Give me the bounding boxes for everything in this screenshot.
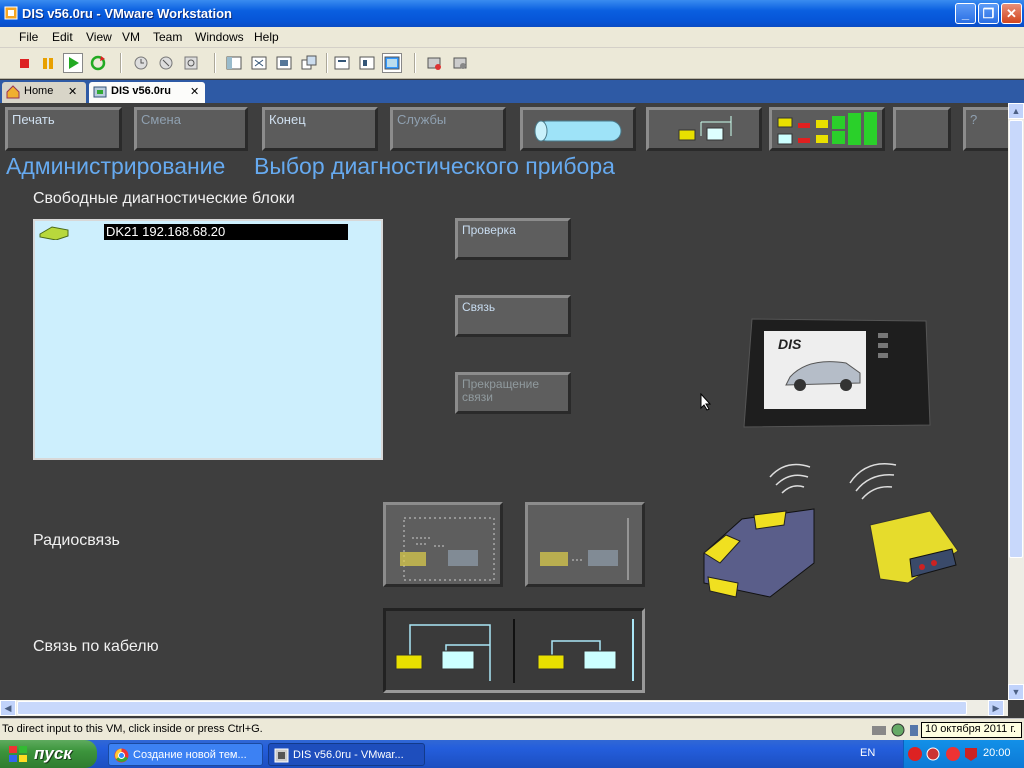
tray-icons[interactable]: [907, 746, 979, 762]
home-icon: [6, 85, 20, 99]
console-view-icon[interactable]: [382, 53, 402, 73]
scroll-left-icon[interactable]: ◀: [0, 700, 16, 716]
power-on-icon[interactable]: [63, 53, 83, 73]
print-button[interactable]: Печать: [5, 107, 122, 151]
taskbar-item-label: DIS v56.0ru - VMwar...: [293, 749, 404, 761]
removable-devices-icon[interactable]: [424, 53, 444, 73]
summary-view-icon[interactable]: [332, 53, 352, 73]
device-connection-icon: [678, 116, 732, 141]
vm-console[interactable]: Печать Смена Конец Службы ? Администриро…: [0, 103, 1008, 700]
unity-icon[interactable]: [299, 53, 319, 73]
signal-strength-icon: [777, 109, 877, 145]
connect-button[interactable]: Связь: [455, 295, 571, 337]
suspend-icon[interactable]: [38, 53, 58, 73]
minimize-button[interactable]: _: [955, 3, 976, 24]
help-button[interactable]: ?: [963, 107, 1008, 151]
tab-dis-label: DIS v56.0ru: [111, 85, 171, 97]
radio-mode-button-2[interactable]: [525, 502, 645, 587]
menu-team[interactable]: Team: [153, 30, 182, 44]
taskbar-item-vmware[interactable]: DIS v56.0ru - VMwar...: [268, 743, 425, 766]
close-tab-icon[interactable]: ✕: [68, 85, 77, 98]
device-list[interactable]: DK21 192.168.68.20: [33, 219, 383, 460]
title-bar[interactable]: DIS v56.0ru - VMware Workstation _ ❐ ✕: [0, 0, 1024, 27]
taskbar-item-chrome[interactable]: Создание новой тем...: [108, 743, 263, 766]
menu-file[interactable]: File: [19, 30, 38, 44]
horizontal-scroll-thumb[interactable]: [17, 701, 967, 715]
wireless-adapters-image: [703, 463, 959, 598]
toolbar: [0, 48, 1024, 79]
tab-home[interactable]: Home ✕: [2, 82, 86, 103]
date-tooltip: 10 октября 2011 г.: [921, 722, 1022, 738]
disconnect-button[interactable]: Прекращение связи: [455, 372, 571, 414]
reset-icon[interactable]: [88, 53, 108, 73]
admin-title[interactable]: Администрирование: [6, 153, 225, 180]
revert-snapshot-icon[interactable]: [156, 53, 176, 73]
vertical-scroll-thumb[interactable]: [1009, 120, 1023, 558]
tab-bar: Home ✕ DIS v56.0ru ✕: [0, 80, 1024, 103]
tab-home-label: Home: [24, 85, 54, 97]
windows-logo-icon: [9, 746, 27, 762]
cable-icon: [534, 120, 622, 142]
maximize-button[interactable]: ❐: [978, 3, 999, 24]
menu-bar: File Edit View VM Team Windows Help: [0, 27, 1024, 48]
change-button[interactable]: Смена: [134, 107, 248, 151]
tab-dis[interactable]: DIS v56.0ru ✕: [89, 82, 205, 103]
power-off-icon[interactable]: [14, 53, 34, 73]
vm-settings-icon[interactable]: [450, 53, 470, 73]
radio-label: Радиосвязь: [33, 532, 120, 549]
full-screen-icon[interactable]: [249, 53, 269, 73]
menu-windows[interactable]: Windows: [195, 30, 244, 44]
cable-label: Связь по кабелю: [33, 638, 159, 655]
vertical-scrollbar[interactable]: ▲ ▼: [1008, 103, 1024, 700]
dk-device-icon: [39, 226, 69, 240]
system-tray: 20:00: [903, 740, 1024, 768]
start-label: пуск: [34, 744, 72, 763]
free-blocks-label: Свободные диагностические блоки: [33, 190, 295, 207]
chrome-icon: [114, 748, 129, 763]
blank-button[interactable]: [893, 107, 951, 151]
radio-direct-icon: [540, 518, 629, 580]
status-bar: To direct input to this VM, click inside…: [0, 718, 1024, 740]
dis-tablet-image: DIS: [743, 318, 931, 428]
horizontal-scrollbar[interactable]: ◀ ▶: [0, 700, 1008, 716]
select-device-title: Выбор диагностического прибора: [254, 153, 615, 179]
cable-mode-panel[interactable]: [383, 608, 645, 693]
scroll-up-icon[interactable]: ▲: [1008, 103, 1024, 119]
vmware-app-icon: [4, 6, 18, 20]
vm-tab-icon: [93, 86, 107, 98]
snapshot-manager-icon[interactable]: [181, 53, 201, 73]
start-button[interactable]: пуск: [0, 740, 97, 768]
radio-network-icon: [400, 517, 495, 581]
menu-view[interactable]: View: [86, 30, 112, 44]
snapshot-icon[interactable]: [131, 53, 151, 73]
mouse-cursor-icon: [700, 393, 712, 411]
status-text: To direct input to this VM, click inside…: [2, 723, 263, 735]
close-button[interactable]: ✕: [1001, 3, 1022, 24]
clock: 20:00: [983, 747, 1011, 759]
appliance-view-icon[interactable]: [357, 53, 377, 73]
device-status-icons[interactable]: [870, 722, 920, 738]
close-tab-icon[interactable]: ✕: [190, 85, 199, 98]
menu-help[interactable]: Help: [254, 30, 279, 44]
menu-edit[interactable]: Edit: [52, 30, 73, 44]
dis-logo-text: DIS: [778, 336, 802, 352]
cable-connection-icon: [395, 619, 634, 683]
quick-switch-icon[interactable]: [274, 53, 294, 73]
taskbar-item-label: Создание новой тем...: [133, 749, 247, 761]
vmware-icon: [274, 748, 289, 763]
language-indicator[interactable]: EN: [860, 747, 875, 759]
scroll-down-icon[interactable]: ▼: [1008, 684, 1024, 700]
services-button[interactable]: Службы: [390, 107, 506, 151]
signal-strength-button[interactable]: [769, 107, 885, 151]
end-button[interactable]: Конец: [262, 107, 378, 151]
menu-vm[interactable]: VM: [122, 30, 140, 44]
window-title: DIS v56.0ru - VMware Workstation: [22, 6, 232, 21]
device-select-button[interactable]: [646, 107, 762, 151]
check-button[interactable]: Проверка: [455, 218, 571, 260]
list-item[interactable]: DK21 192.168.68.20: [104, 224, 348, 240]
scroll-right-icon[interactable]: ▶: [988, 700, 1004, 716]
connection-status-button[interactable]: [520, 107, 636, 151]
sidebar-icon[interactable]: [224, 53, 244, 73]
radio-mode-button-1[interactable]: [383, 502, 503, 587]
